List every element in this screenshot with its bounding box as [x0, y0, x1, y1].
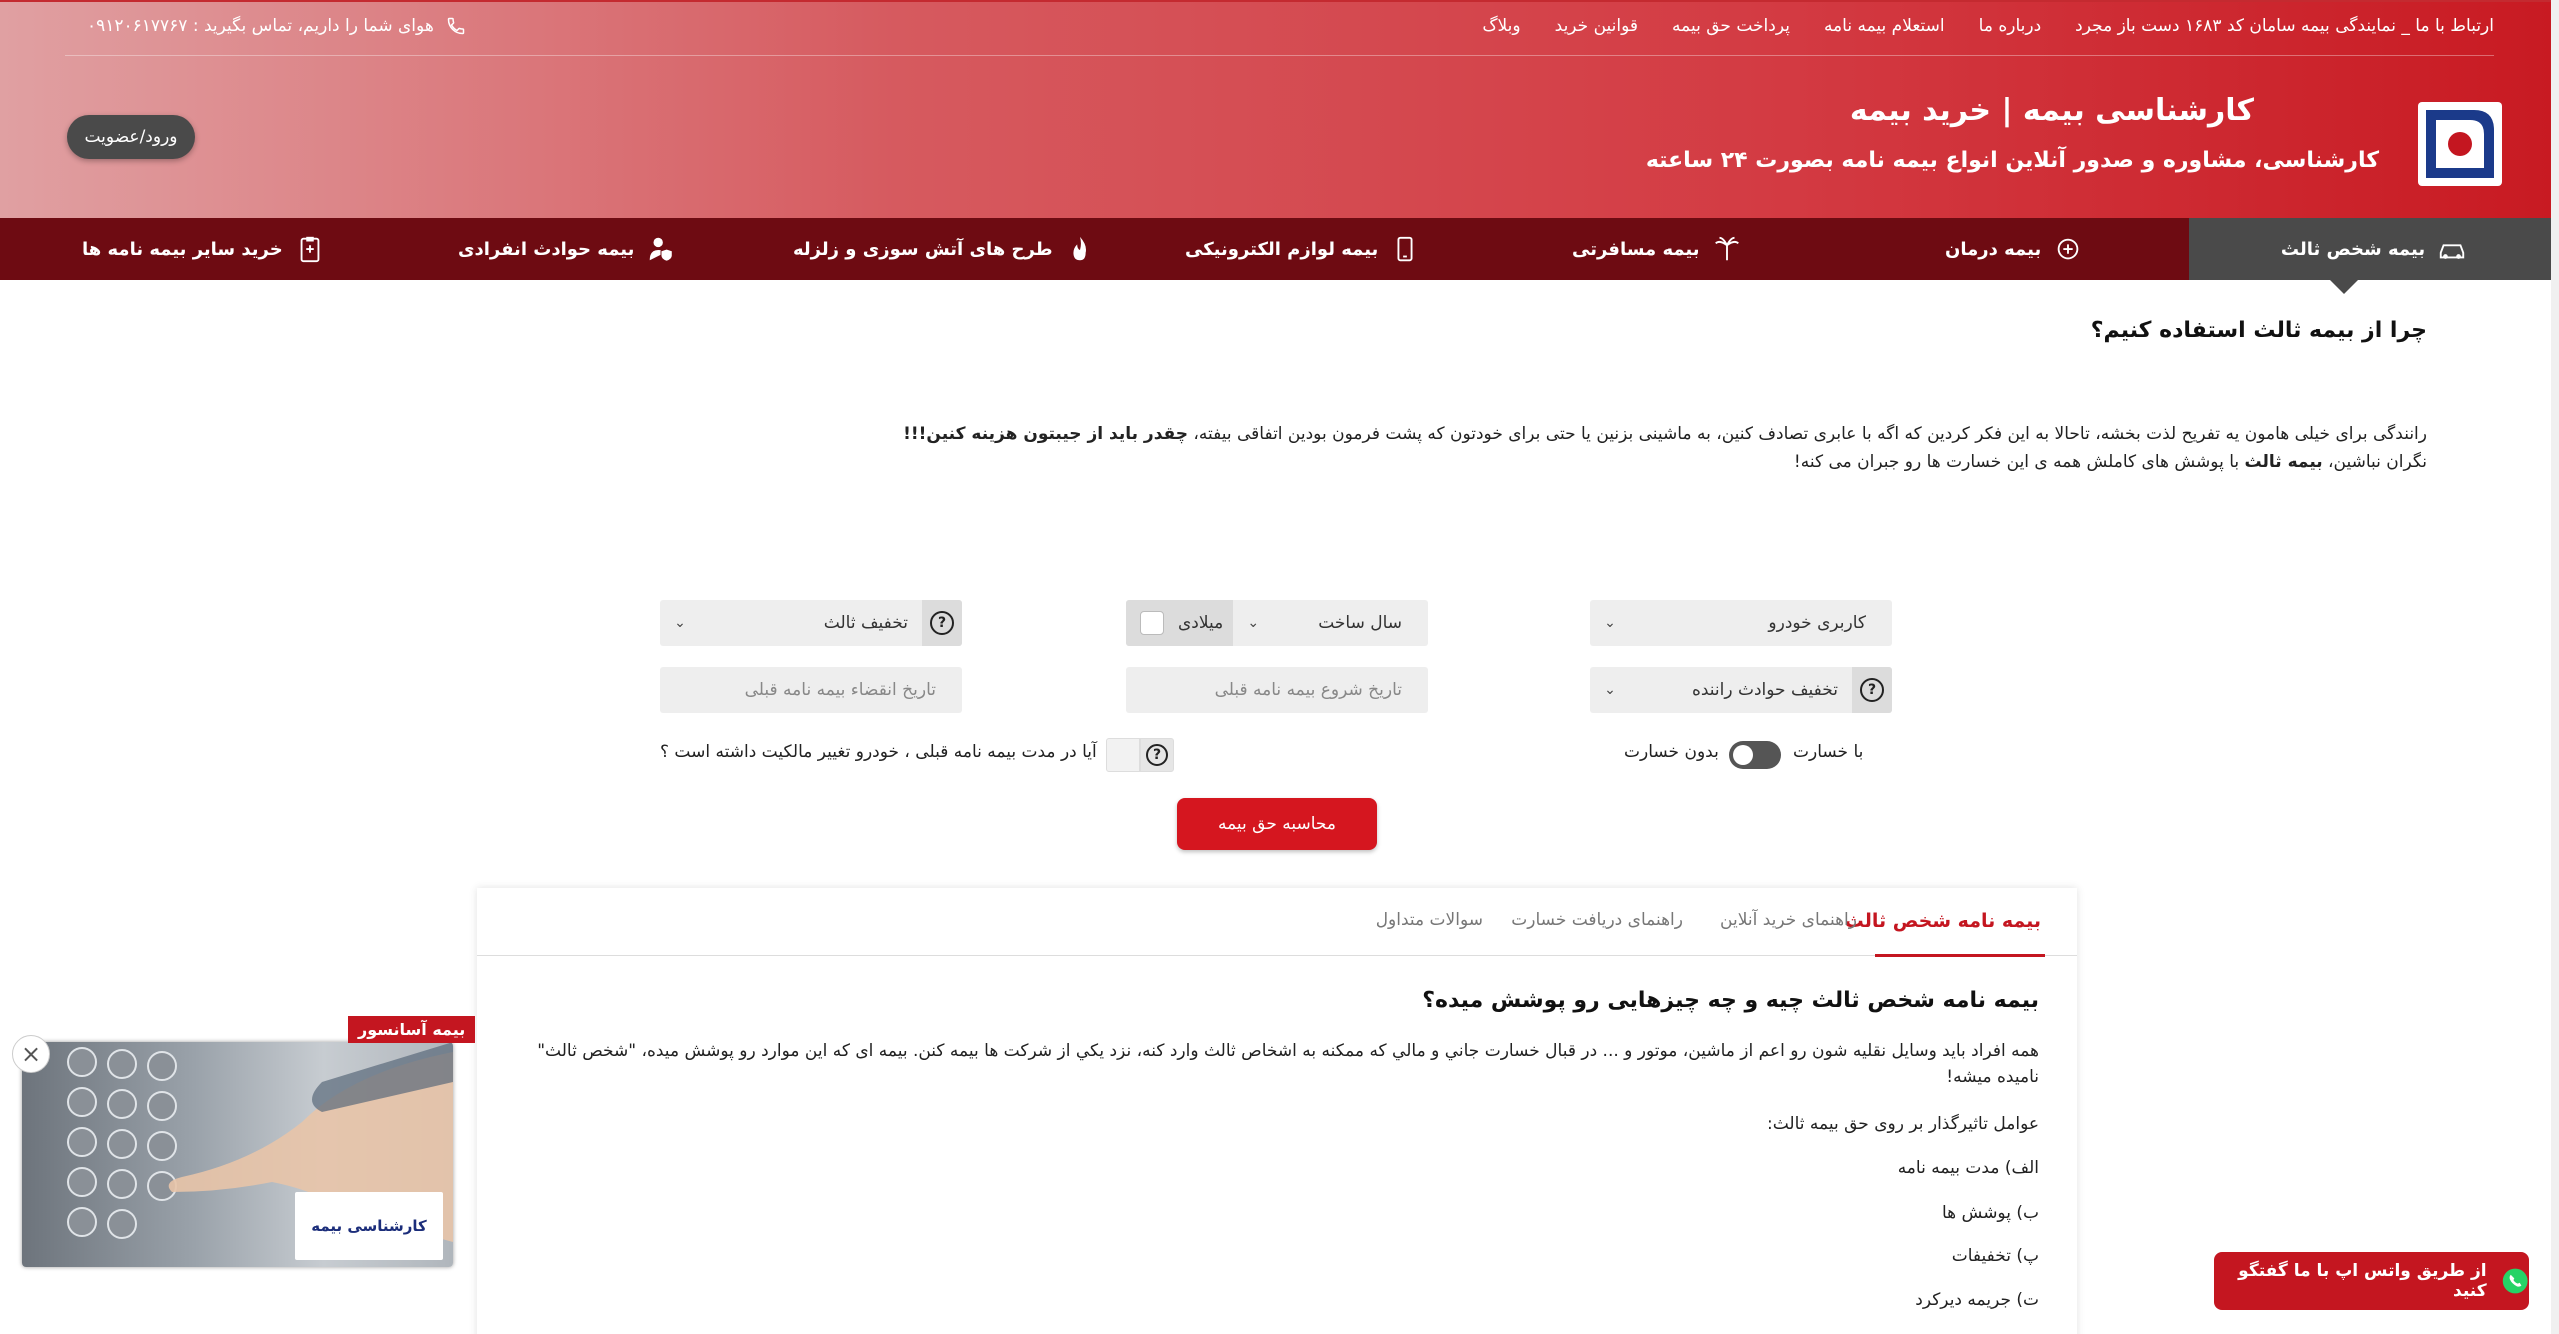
topnav-payment[interactable]: پرداخت حق بیمه: [1672, 16, 1790, 36]
nav-third-party[interactable]: بیمه شخص ثالث: [2189, 218, 2559, 280]
chevron-down-icon: ⌄: [1604, 615, 1616, 631]
gregorian-label: میلادی: [1178, 613, 1224, 633]
help-button[interactable]: ?: [1140, 738, 1174, 772]
tab-third-party[interactable]: بیمه نامه شخص ثالث: [1845, 910, 2041, 932]
help-icon: ?: [1146, 744, 1168, 766]
brand-logo-icon[interactable]: [2416, 100, 2504, 188]
tab-faq[interactable]: سوالات متداول: [1376, 910, 1483, 930]
ownership-checkbox[interactable]: [1106, 738, 1140, 772]
factor-item: پ) تخفيفات: [1951, 1246, 2039, 1266]
help-icon: ?: [930, 611, 954, 635]
chevron-down-icon: ⌄: [1247, 615, 1260, 631]
damage-toggle[interactable]: [1729, 741, 1781, 769]
build-year-label: سال ساخت: [1318, 613, 1402, 633]
login-button[interactable]: ورود/عضویت: [67, 115, 195, 159]
nav-other[interactable]: خرید سایر بیمه نامه ها: [82, 218, 325, 280]
chevron-down-icon: ⌄: [674, 615, 686, 631]
phone-text: هوای شما را داریم، تماس بگیرید : ۰۹۱۲۰۶۱…: [87, 16, 434, 36]
nav-electronics[interactable]: بیمه لوازم الکترونیکی: [1185, 218, 1420, 280]
top-nav: وبلاگ قوانین خرید پرداخت حق بیمه استعلام…: [1482, 16, 2494, 36]
car-icon: [2439, 244, 2465, 259]
with-damage-label: با خسارت: [1793, 742, 1864, 762]
active-tab-caret: [2330, 280, 2358, 294]
topnav-contact[interactable]: ارتباط با ما _ نمایندگی بیمه سامان کد ۱۶…: [2075, 16, 2494, 36]
brand-title: کارشناسی بیمه | خرید بیمه: [1849, 93, 2254, 128]
nav-label: بیمه مسافرتی: [1572, 238, 1700, 260]
phone-contact[interactable]: هوای شما را داریم، تماس بگیرید : ۰۹۱۲۰۶۱…: [87, 16, 466, 36]
nav-travel[interactable]: بیمه مسافرتی: [1572, 218, 1742, 280]
driver-discount-select[interactable]: ? تخفیف حوادث راننده ⌄: [1590, 667, 1892, 713]
topnav-terms[interactable]: قوانین خرید: [1555, 16, 1638, 36]
nav-label: بیمه درمان: [1945, 238, 2042, 260]
ad-label: بیمه آسانسور: [348, 1016, 476, 1043]
tab-claim-guide[interactable]: راهنمای دریافت خسارت: [1511, 910, 1683, 930]
tab-online-guide[interactable]: راهنمای خرید آنلاین: [1720, 910, 1857, 930]
help-button[interactable]: ?: [922, 600, 962, 646]
vehicle-usage-label: کاربری خودرو: [1768, 613, 1866, 633]
health-icon: [2057, 238, 2079, 260]
brand-subtitle: کارشناسی، مشاوره و صدور آنلاین انواع بیم…: [1645, 148, 2379, 173]
person-shield-icon: [650, 237, 674, 262]
why-title: چرا از بیمه ثالث استفاده کنیم؟: [2090, 318, 2427, 343]
fire-icon: [1073, 236, 1086, 261]
nav-label: طرح های آتش سوزی و زلزله: [793, 238, 1053, 260]
content-title: بیمه نامه شخص ثالث چیه و چه چیزهایی رو پ…: [1422, 988, 2039, 1013]
top-bar: وبلاگ قوانین خرید پرداخت حق بیمه استعلام…: [65, 0, 2494, 56]
chevron-down-icon: ⌄: [1604, 682, 1616, 698]
nav-accident[interactable]: بیمه حوادث انفرادی: [458, 218, 676, 280]
info-tabs: بیمه نامه شخص ثالث راهنمای خرید آنلاین ر…: [477, 888, 2077, 956]
info-panel: بیمه نامه شخص ثالث راهنمای خرید آنلاین ر…: [477, 888, 2077, 1334]
nav-fire[interactable]: طرح های آتش سوزی و زلزله: [793, 218, 1095, 280]
whatsapp-label: از طریق واتس اپ با ما گفتگو کنید: [2238, 1261, 2487, 1301]
main-nav: بیمه شخص ثالث بیمه درمان بیمه مسافرتی بی…: [0, 218, 2559, 280]
topnav-about[interactable]: درباره ما: [1979, 16, 2042, 36]
whatsapp-chat-button[interactable]: از طریق واتس اپ با ما گفتگو کنید: [2214, 1252, 2529, 1310]
calculate-premium-button[interactable]: محاسبه حق بیمه: [1177, 798, 1377, 850]
site-header: وبلاگ قوانین خرید پرداخت حق بیمه استعلام…: [0, 0, 2559, 218]
gregorian-checkbox[interactable]: [1140, 611, 1164, 635]
topnav-blog[interactable]: وبلاگ: [1482, 16, 1520, 36]
factor-item: ت) جريمه ديركرد: [1915, 1290, 2039, 1310]
factor-item: الف) مدت بيمه نامه: [1897, 1158, 2039, 1178]
topnav-inquiry[interactable]: استعلام بیمه نامه: [1824, 16, 1945, 36]
ownership-change-field[interactable]: ?: [1106, 738, 1174, 772]
third-party-discount-label: تخفیف ثالث: [823, 613, 908, 633]
palm-icon: [1714, 236, 1739, 261]
ownership-question: آیا در مدت بیمه نامه قبلی ، خودرو تغییر …: [660, 742, 1097, 762]
why-line-2: نگران نباشین، بیمه ثالث با پوشش های کامل…: [1793, 452, 2427, 472]
driver-discount-label: تخفیف حوادث راننده: [1691, 680, 1838, 700]
build-year-select[interactable]: سال ساخت ⌄ میلادی: [1126, 600, 1428, 646]
nav-label: خرید سایر بیمه نامه ها: [82, 238, 283, 260]
gregorian-toggle[interactable]: میلادی: [1126, 600, 1234, 646]
ad-logo: کارشناسی بیمه: [295, 1192, 443, 1260]
close-icon[interactable]: ×: [12, 1035, 50, 1073]
nav-label: بیمه لوازم الکترونیکی: [1185, 238, 1379, 260]
nav-label: بیمه حوادث انفرادی: [458, 238, 635, 260]
without-damage-label: بدون خسارت: [1624, 742, 1719, 762]
help-icon: ?: [1860, 678, 1884, 702]
factor-item: ب) پوشش ها: [1941, 1203, 2039, 1223]
start-date-input[interactable]: تاریخ شروع بیمه نامه قبلی: [1126, 667, 1428, 713]
phone-icon: [447, 17, 465, 35]
expiry-date-input[interactable]: تاریخ انقضاء بیمه نامه قبلی: [660, 667, 962, 713]
whatsapp-icon: [2502, 1268, 2528, 1294]
expiry-date-placeholder: تاریخ انقضاء بیمه نامه قبلی: [744, 680, 936, 700]
scrollbar[interactable]: [2551, 0, 2559, 1334]
why-line-1: رانندگی برای خیلی هامون یه تفریح لذت بخش…: [903, 424, 2427, 444]
third-party-discount-select[interactable]: ? تخفیف ثالث ⌄: [660, 600, 962, 646]
nav-label: بیمه شخص ثالث: [2280, 238, 2426, 260]
clipboard-icon: [300, 236, 320, 263]
factors-title: عوامل تاثيرگذار بر روی حق بيمه ثالث:: [1767, 1114, 2039, 1134]
nav-health[interactable]: بیمه درمان: [1945, 218, 2083, 280]
vehicle-usage-select[interactable]: کاربری خودرو ⌄: [1590, 600, 1892, 646]
active-tab-underline: [1875, 954, 2045, 957]
content-paragraph: همه افراد بايد وسايل نقليه شون رو اعم از…: [537, 1041, 2039, 1087]
start-date-placeholder: تاریخ شروع بیمه نامه قبلی: [1214, 680, 1402, 700]
help-button[interactable]: ?: [1852, 667, 1892, 713]
why-text: رانندگی برای خیلی هامون یه تفریح لذت بخش…: [867, 420, 2427, 476]
phone-device-icon: [1397, 236, 1413, 262]
